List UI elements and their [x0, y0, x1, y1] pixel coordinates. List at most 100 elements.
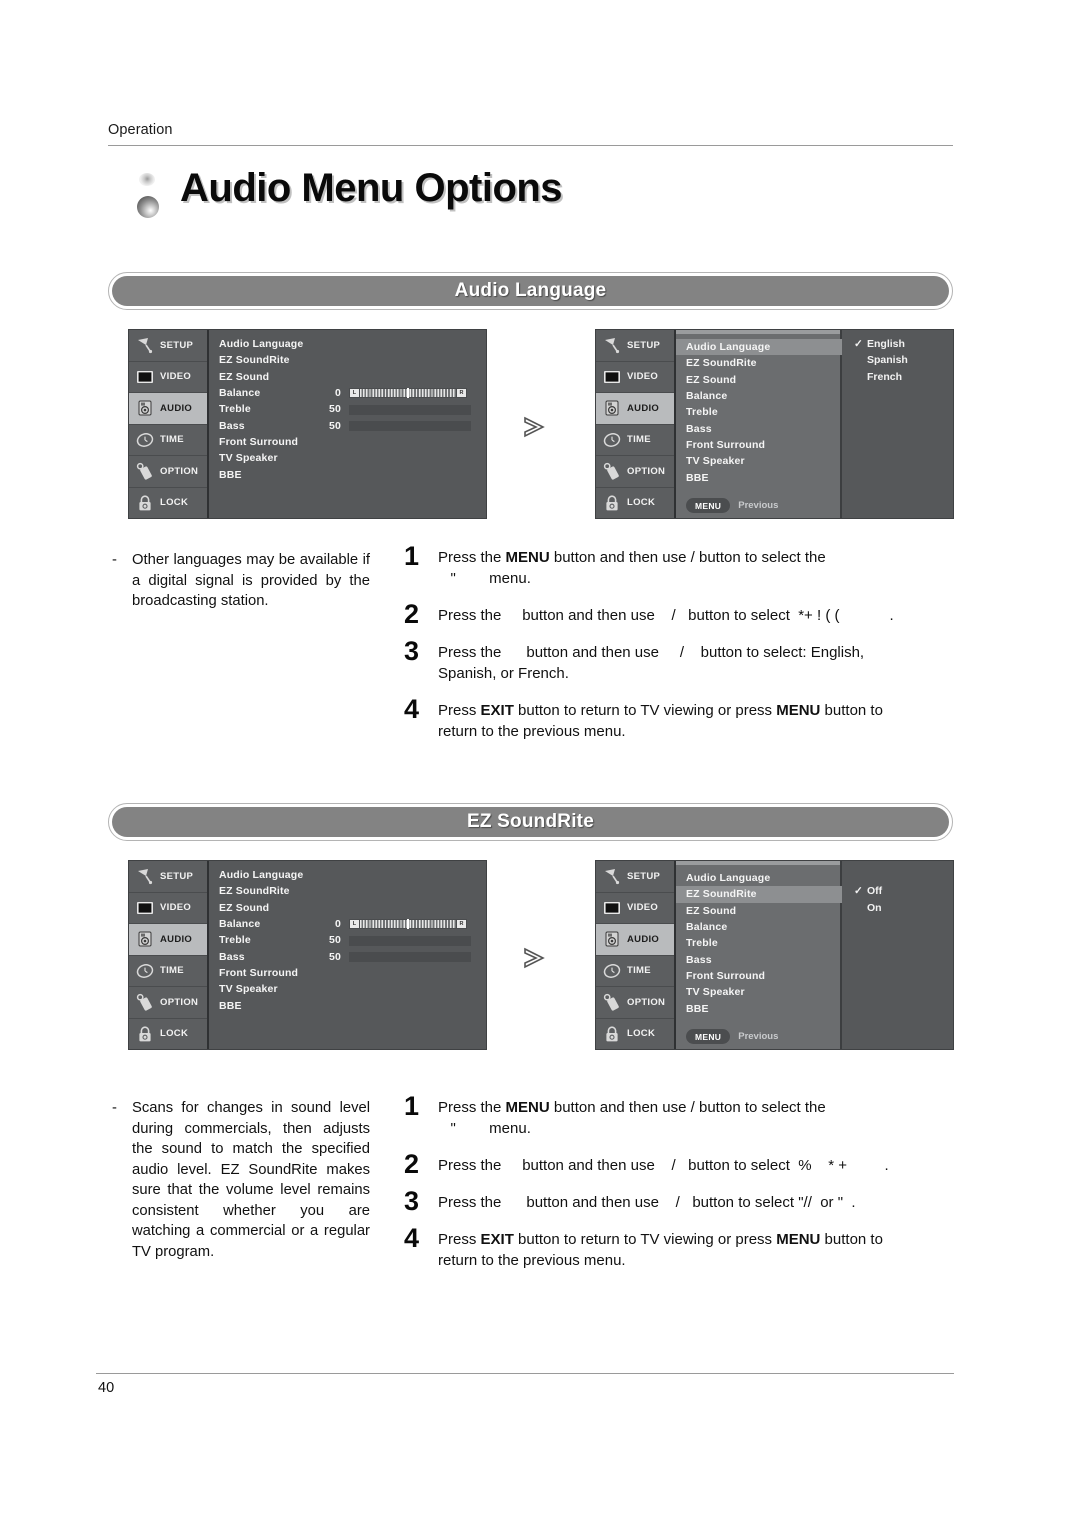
- osd-sidebar-item-video[interactable]: VIDEO: [129, 362, 207, 393]
- osd-menu-item[interactable]: Front Surround: [686, 437, 840, 453]
- osd-option-item[interactable]: French: [854, 369, 953, 385]
- osd-previous-label: Previous: [738, 500, 779, 511]
- osd-menu-item[interactable]: Front Surround: [686, 968, 840, 984]
- satellite-dish-icon: [135, 336, 155, 354]
- osd-sidebar-item-setup[interactable]: SETUP: [129, 861, 207, 893]
- treble-slider[interactable]: [349, 404, 471, 415]
- osd-menu-item[interactable]: Treble 50: [219, 401, 471, 417]
- osd-menu-item[interactable]: Balance 0 L R: [219, 385, 467, 401]
- osd-menu-item[interactable]: EZ Sound: [686, 372, 840, 388]
- instruction-step: 3 Press the button and then use / button …: [404, 638, 956, 684]
- osd-menu-item[interactable]: TV Speaker: [686, 984, 840, 1000]
- osd-sidebar-item-video[interactable]: VIDEO: [129, 893, 207, 924]
- balance-slider[interactable]: L R: [349, 919, 467, 930]
- satellite-dish-icon: [135, 867, 155, 885]
- osd-menu-item[interactable]: Audio Language: [686, 870, 840, 886]
- balance-slider[interactable]: L R: [349, 388, 467, 399]
- osd-sidebar-item-video[interactable]: VIDEO: [596, 362, 674, 393]
- osd-sidebar-item-option[interactable]: OPTION: [596, 456, 674, 488]
- osd-menu-item[interactable]: Treble: [686, 935, 840, 951]
- osd-sidebar-item-time[interactable]: TIME: [129, 956, 207, 987]
- osd-sidebar-item-lock[interactable]: LOCK: [596, 1019, 674, 1050]
- osd-menu-item[interactable]: Bass: [686, 420, 840, 436]
- osd-menu-item[interactable]: EZ SoundRite: [219, 883, 375, 899]
- osd-screenshot-ez-soundrite-options: SETUP VIDEO AUDIO TIME OPTION LOCK Audio Langu…: [596, 861, 953, 1049]
- osd-menu-item[interactable]: Front Surround: [219, 965, 375, 981]
- step-number: 2: [404, 1149, 420, 1179]
- osd-menu-item[interactable]: Audio Language: [219, 867, 375, 883]
- osd-sidebar-item-setup[interactable]: SETUP: [596, 330, 674, 362]
- osd-menu-item[interactable]: Audio Language: [676, 339, 842, 356]
- osd-menu-item[interactable]: BBE: [219, 997, 375, 1013]
- osd-menu-item[interactable]: BBE: [219, 466, 375, 482]
- osd-menu-item[interactable]: EZ Sound: [219, 369, 375, 385]
- instruction-step: 4 Press EXIT button to return to TV viewi…: [404, 696, 956, 742]
- osd-sidebar-item-setup[interactable]: SETUP: [596, 861, 674, 893]
- osd-menu-item[interactable]: TV Speaker: [219, 450, 375, 466]
- osd-option-item[interactable]: On: [854, 900, 953, 916]
- osd-menu-item[interactable]: Balance 0 L R: [219, 916, 467, 932]
- osd-sidebar-item-lock[interactable]: LOCK: [596, 488, 674, 519]
- title-decoration-dots: [128, 172, 162, 224]
- osd-sidebar-item-label: OPTION: [627, 996, 666, 1008]
- header-section-label: Operation: [108, 122, 173, 138]
- osd-menu-item[interactable]: EZ Sound: [219, 900, 375, 916]
- osd-menu-item[interactable]: BBE: [686, 1000, 840, 1016]
- osd-option-item[interactable]: ✓ English: [854, 336, 953, 352]
- osd-menu-item[interactable]: Bass 50: [219, 948, 471, 964]
- padlock-icon: [602, 494, 622, 512]
- osd-menu-button[interactable]: MENU: [686, 1029, 731, 1044]
- footer-rule: [96, 1373, 954, 1374]
- osd-menu-item[interactable]: EZ SoundRite: [686, 355, 840, 371]
- osd-option-item[interactable]: Spanish: [854, 352, 953, 368]
- osd-sidebar-item-option[interactable]: OPTION: [129, 456, 207, 488]
- bass-slider[interactable]: [349, 951, 471, 962]
- osd-sidebar-item-audio[interactable]: AUDIO: [129, 924, 207, 956]
- osd-menu-item[interactable]: EZ Sound: [686, 903, 840, 919]
- clock-icon: [135, 962, 155, 980]
- osd-footer: MENU Previous: [686, 498, 778, 513]
- osd-menu-item[interactable]: EZ SoundRite: [676, 886, 842, 903]
- osd-sidebar-item-setup[interactable]: SETUP: [129, 330, 207, 362]
- osd-menu-item[interactable]: EZ SoundRite: [219, 352, 375, 368]
- osd-sidebar-item-time[interactable]: TIME: [129, 425, 207, 456]
- osd-sidebar-item-option[interactable]: OPTION: [596, 987, 674, 1019]
- osd-sidebar-item-lock[interactable]: LOCK: [129, 1019, 207, 1050]
- osd-sidebar-item-lock[interactable]: LOCK: [129, 488, 207, 519]
- bass-slider[interactable]: [349, 420, 471, 431]
- osd-sidebar-item-option[interactable]: OPTION: [129, 987, 207, 1019]
- osd-sidebar-item-audio[interactable]: AUDIO: [596, 393, 674, 425]
- osd-sidebar-item-video[interactable]: VIDEO: [596, 893, 674, 924]
- osd-sidebar-item-time[interactable]: TIME: [596, 956, 674, 987]
- osd-sidebar-item-label: TIME: [160, 965, 184, 977]
- osd-sidebar-item-audio[interactable]: AUDIO: [129, 393, 207, 425]
- remote-control-icon: [135, 993, 155, 1011]
- osd-menu-item[interactable]: Front Surround: [219, 434, 375, 450]
- osd-menu-item-label: Bass: [219, 419, 245, 432]
- osd-sidebar-item-time[interactable]: TIME: [596, 425, 674, 456]
- osd-menu-button[interactable]: MENU: [686, 498, 731, 513]
- osd-menu-item[interactable]: Bass 50: [219, 417, 471, 433]
- osd-menu-item[interactable]: Bass: [686, 951, 840, 967]
- osd-menu-item[interactable]: BBE: [686, 469, 840, 485]
- osd-menu-item[interactable]: TV Speaker: [686, 453, 840, 469]
- osd-option-label: French: [867, 370, 903, 383]
- osd-option-item[interactable]: ✓ Off: [854, 883, 953, 899]
- osd-menu-item[interactable]: TV Speaker: [219, 981, 375, 997]
- checkmark-icon: ✓: [854, 885, 863, 898]
- section-banner-audio-language: Audio Language: [108, 272, 953, 310]
- banner-title: Audio Language: [454, 280, 607, 301]
- osd-menu-item-label: TV Speaker: [686, 986, 745, 999]
- osd-sidebar-item-audio[interactable]: AUDIO: [596, 924, 674, 956]
- osd-menu-item[interactable]: Audio Language: [219, 336, 375, 352]
- osd-menu-item[interactable]: Treble 50: [219, 932, 471, 948]
- balance-ticks: [360, 919, 456, 930]
- osd-menu-item[interactable]: Balance: [686, 919, 840, 935]
- clock-icon: [135, 431, 155, 449]
- osd-menu-item-label: Balance: [219, 918, 261, 931]
- speaker-icon: [135, 930, 155, 948]
- treble-slider[interactable]: [349, 935, 471, 946]
- balance-left-cap: L: [350, 389, 359, 398]
- osd-menu-item[interactable]: Balance: [686, 388, 840, 404]
- osd-menu-item[interactable]: Treble: [686, 404, 840, 420]
